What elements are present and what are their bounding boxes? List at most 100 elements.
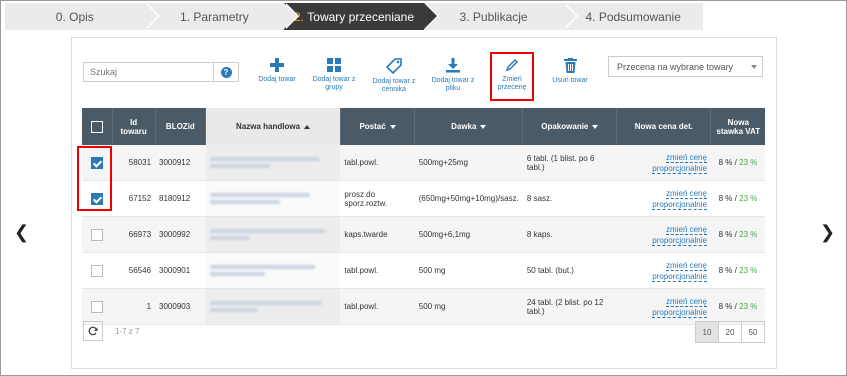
products-table: Id towaru BLOZid Nazwa handlowa Postać D… <box>82 108 765 325</box>
row-checkbox[interactable] <box>91 264 104 277</box>
products-panel: ? Dodaj towar Dodaj towar z grupy Dodaj … <box>71 37 777 369</box>
form-cell: tabl.powl. <box>340 288 415 325</box>
next-arrow-icon[interactable]: ❯ <box>820 222 835 243</box>
bloz-cell: 8180912 <box>155 180 206 217</box>
add-product-label: Dodaj towar <box>258 76 296 83</box>
bloz-cell: 3000901 <box>155 252 206 289</box>
blurred-name <box>209 265 315 269</box>
proportional-price-link[interactable]: zmień cenę proporcjonalnie <box>652 188 707 210</box>
vat-new: 23 % <box>739 302 758 311</box>
table-row[interactable]: 66973 3000992 kaps.twarde 500mg+6,1mg 8 … <box>82 216 765 253</box>
filter-icon[interactable] <box>592 124 599 129</box>
id-cell: 56546 <box>112 252 156 289</box>
remove-product-label: Usuń towar <box>552 77 588 84</box>
add-from-file-button[interactable]: Dodaj towar z pliku <box>428 58 478 93</box>
step-towary-przeceniane[interactable]: 2. Towary przeceniane <box>284 3 439 30</box>
add-product-button[interactable]: Dodaj towar <box>252 58 302 84</box>
vat-current: 8 % <box>718 194 733 203</box>
step-opis[interactable]: 0. Opis <box>5 3 160 30</box>
prev-arrow-icon[interactable]: ❮ <box>14 222 29 243</box>
header-pack[interactable]: Opakowanie <box>522 108 618 145</box>
table-row[interactable]: 67152 8180912 prosz.do sporz.roztw. (650… <box>82 180 765 217</box>
blurred-name <box>209 272 265 276</box>
grid-icon <box>327 58 341 72</box>
step-label: Parametry <box>193 9 249 24</box>
header-blozid-label: BLOZid <box>165 122 195 131</box>
header-form-label: Postać <box>359 122 386 131</box>
header-id[interactable]: Id towaru <box>112 108 156 145</box>
pack-cell: 8 kaps. <box>522 216 617 253</box>
refresh-button[interactable] <box>83 321 103 341</box>
filter-icon[interactable] <box>480 124 487 129</box>
step-podsumowanie[interactable]: 4. Podsumowanie <box>563 3 703 30</box>
dose-cell: 500 mg <box>414 288 523 325</box>
row-checkbox[interactable] <box>91 228 104 241</box>
discount-type-select[interactable]: Przecena na wybrane towary <box>608 56 763 77</box>
search-input[interactable] <box>84 63 222 81</box>
header-dose[interactable]: Dawka <box>414 108 524 145</box>
selected-rows-highlight <box>77 146 112 211</box>
price-cell: zmień cenę proporcjonalnie <box>616 145 711 181</box>
bloz-cell: 3000903 <box>155 288 206 325</box>
step-parametry[interactable]: 1. Parametry <box>144 3 299 30</box>
discount-type-value: Przecena na wybrane towary <box>617 62 734 72</box>
vat-new: 23 % <box>739 158 758 167</box>
vat-current: 8 % <box>718 302 733 311</box>
trash-icon <box>563 58 577 73</box>
table-header-row: Id towaru BLOZid Nazwa handlowa Postać D… <box>82 108 765 145</box>
proportional-price-link[interactable]: zmień cenę proporcjonalnie <box>652 152 707 174</box>
vat-new: 23 % <box>739 266 758 275</box>
name-cell <box>205 180 341 217</box>
row-checkbox[interactable] <box>91 300 104 313</box>
dose-cell: 500 mg <box>414 252 523 289</box>
remove-product-button[interactable]: Usuń towar <box>545 58 595 85</box>
header-form[interactable]: Postać <box>340 108 416 145</box>
bloz-cell: 3000912 <box>155 145 206 181</box>
vat-current: 8 % <box>718 230 733 239</box>
form-cell: tabl.powl. <box>340 252 415 289</box>
header-dose-label: Dawka <box>451 122 477 131</box>
vat-cell: 8 % / 23 % <box>710 216 765 253</box>
step-label: Podsumowanie <box>598 9 681 24</box>
pack-cell: 50 tabl. (but.) <box>522 252 617 289</box>
price-cell: zmień cenę proporcjonalnie <box>616 252 711 289</box>
add-from-pricelist-label: Dodaj towar z cennika <box>372 78 416 93</box>
header-new-price[interactable]: Nowa cena det. <box>616 108 712 145</box>
filter-icon[interactable] <box>389 124 396 129</box>
proportional-price-link[interactable]: zmień cenę proporcjonalnie <box>652 296 707 318</box>
dose-cell: (650mg+50mg+10mg)/sasz. <box>414 180 523 217</box>
header-id-label: Id towaru <box>120 117 147 136</box>
pack-cell: 8 sasz. <box>522 180 617 217</box>
add-from-group-button[interactable]: Dodaj towar z grupy <box>309 58 359 92</box>
id-cell: 1 <box>112 288 156 325</box>
pack-cell: 6 tabl. (1 blist. po 6 tabl.) <box>522 145 617 181</box>
table-row[interactable]: 56546 3000901 tabl.powl. 500 mg 50 tabl.… <box>82 252 765 289</box>
search-help-button[interactable]: ? <box>213 63 238 81</box>
vat-new: 23 % <box>739 194 758 203</box>
blurred-name <box>209 193 310 197</box>
header-name[interactable]: Nazwa handlowa <box>205 108 341 145</box>
select-all-checkbox[interactable] <box>90 120 103 133</box>
step-label: Towary przeceniane <box>307 9 415 24</box>
table-row[interactable]: 1 3000903 tabl.powl. 500 mg 24 tabl. (2 … <box>82 288 765 325</box>
header-new-vat-label: Nowa stawka VAT <box>716 117 761 136</box>
proportional-price-link[interactable]: zmień cenę proporcjonalnie <box>652 260 707 282</box>
header-blozid[interactable]: BLOZid <box>155 108 207 145</box>
dose-cell: 500mg+25mg <box>414 145 523 181</box>
blurred-name <box>209 308 258 312</box>
table-row[interactable]: 58031 3000912 tabl.powl. 500mg+25mg 6 ta… <box>82 145 765 181</box>
page-size-10[interactable]: 10 <box>695 321 719 343</box>
header-new-vat[interactable]: Nowa stawka VAT <box>710 108 765 145</box>
page-size-50[interactable]: 50 <box>741 321 765 343</box>
blurred-name <box>209 157 320 161</box>
step-publikacje[interactable]: 3. Publikacje <box>423 3 578 30</box>
step-num: 4. <box>585 9 596 24</box>
proportional-price-link[interactable]: zmień cenę proporcjonalnie <box>652 224 707 246</box>
page-size-20[interactable]: 20 <box>718 321 742 343</box>
row-select-cell <box>82 288 113 325</box>
step-label: Publikacje <box>472 9 528 24</box>
name-cell <box>205 288 341 325</box>
form-cell: prosz.do sporz.roztw. <box>340 180 415 217</box>
page-size-selector: 10 20 50 <box>695 321 765 343</box>
add-from-pricelist-button[interactable]: Dodaj towar z cennika <box>369 58 419 94</box>
